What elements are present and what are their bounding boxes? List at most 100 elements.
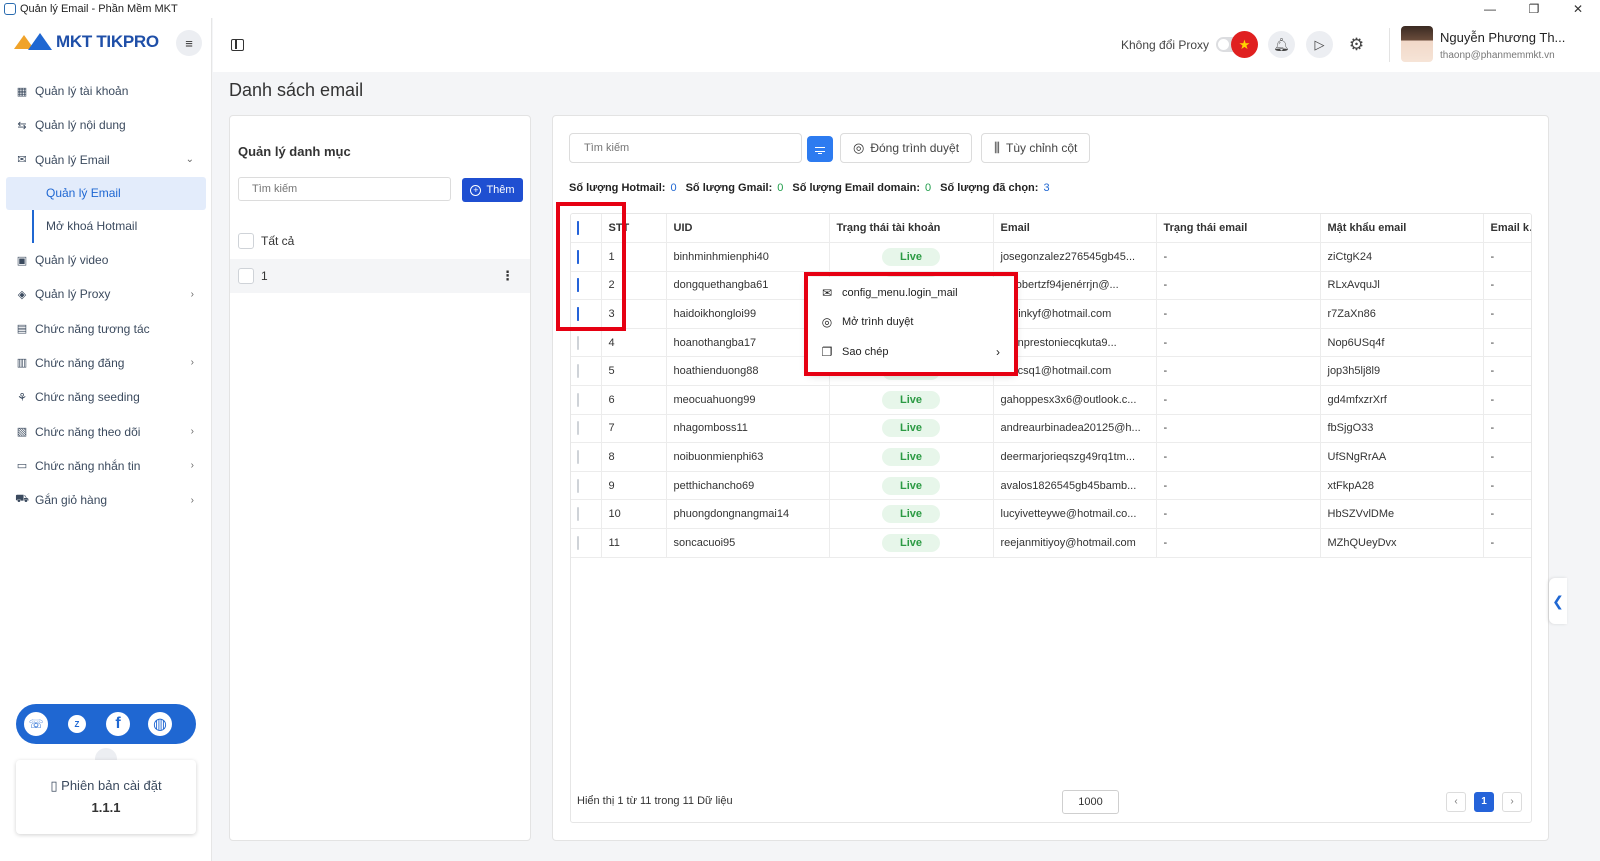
table-row[interactable]: 9 petthichancho69 Live avalos1826545gb45bam… xyxy=(571,471,1531,501)
sidebar-subitem-email-manager[interactable]: Quản lý Email xyxy=(6,176,206,210)
row-checkbox[interactable] xyxy=(577,392,579,407)
close-browser-label: Đóng trình duyệt xyxy=(870,141,960,155)
cell-stt: 10 xyxy=(601,499,667,530)
category-checkbox[interactable] xyxy=(238,268,254,284)
column-header-email-password[interactable]: Mật khẩu email xyxy=(1320,214,1484,244)
prev-page-button[interactable]: ‹ xyxy=(1446,792,1466,812)
gear-icon[interactable]: ⚙ xyxy=(1343,31,1370,58)
select-all-checkbox[interactable] xyxy=(577,221,579,236)
column-header-stt[interactable]: STT xyxy=(601,214,667,244)
row-checkbox[interactable] xyxy=(577,535,579,550)
row-checkbox[interactable] xyxy=(577,478,579,493)
cell-email: lucyivetteywe@hotmail.co... xyxy=(993,499,1157,530)
customize-columns-button[interactable]: ⫼ Tùy chỉnh cột xyxy=(981,133,1091,163)
row-checkbox[interactable] xyxy=(577,450,579,465)
column-header-email[interactable]: Email xyxy=(993,214,1157,244)
cell-account-status: Live xyxy=(829,499,994,530)
pagination-summary: Hiển thị 1 từ 11 trong 11 Dữ liệu xyxy=(577,795,733,807)
columns-icon: ⫼ xyxy=(994,140,1000,155)
play-icon[interactable]: ▷ xyxy=(1306,31,1333,58)
category-checkbox[interactable] xyxy=(238,233,254,249)
table-header-row: STT UID Trạng thái tài khoản Email Trạng… xyxy=(571,214,1531,244)
sidebar-layout-icon[interactable] xyxy=(231,39,244,51)
context-item-open-browser[interactable]: ◎ Mở trình duyệt xyxy=(820,311,1000,333)
table-row[interactable]: 7 nhagomboss11 Live andreaurbinadea20125@h.… xyxy=(571,414,1531,444)
top-header: Không đổi Proxy ★ 🔔︎ ▷ ⚙ Nguyễn Phương T… xyxy=(213,18,1600,72)
sidebar-item-post[interactable]: ▥ Chức năng đăng › xyxy=(0,346,212,380)
table-row[interactable]: 5hoathienduong88Livehinicsq1@hotmail.com… xyxy=(571,356,1531,387)
add-category-button[interactable]: + Thêm xyxy=(462,178,523,202)
bell-icon[interactable]: 🔔︎ xyxy=(1268,31,1295,58)
context-item-copy[interactable]: ❐ Sao chép › xyxy=(820,341,1000,363)
category-search-input[interactable] xyxy=(238,177,451,201)
table-row[interactable]: 6 meocuahuong99 Live gahoppesx3x6@outlook.c… xyxy=(571,385,1531,415)
support-icon[interactable]: ☏ xyxy=(22,710,50,738)
row-checkbox[interactable] xyxy=(577,278,579,293)
page-1-button[interactable]: 1 xyxy=(1474,792,1494,812)
cell-email: andreaurbinadea20125@h... xyxy=(993,414,1157,444)
brand-logo[interactable]: MKT TIKPRO xyxy=(12,32,159,52)
sidebar-item-seeding[interactable]: ⚘ Chức năng seeding xyxy=(0,380,212,414)
sidebar-item-video[interactable]: ▣ Quản lý video xyxy=(0,243,212,277)
row-checkbox[interactable] xyxy=(577,249,579,264)
column-header-email-status[interactable]: Trạng thái email xyxy=(1156,214,1321,244)
table-row[interactable]: 1 binhminhmienphi40 Live josegonzalez276545… xyxy=(571,242,1531,272)
grid-icon: ▦ xyxy=(16,85,28,98)
row-checkbox[interactable] xyxy=(577,335,579,350)
sidebar-item-content[interactable]: ⇆ Quản lý nội dung xyxy=(0,108,212,142)
hamburger-icon: ≡ xyxy=(185,35,193,51)
menu-toggle-button[interactable]: ≡ xyxy=(176,30,202,56)
sidebar-item-message[interactable]: ▭ Chức năng nhắn tin › xyxy=(0,449,212,483)
column-header-uid[interactable]: UID xyxy=(666,214,830,244)
table-row[interactable]: 10 phuongdongnangmai14 Live lucyivetteywe@h… xyxy=(571,499,1531,530)
stats-bar: Số lượng Hotmail: 0 Số lượng Gmail: 0 Số l… xyxy=(569,182,1059,194)
row-checkbox[interactable] xyxy=(577,421,579,436)
page-size-select[interactable]: 1000 xyxy=(1062,790,1119,814)
sidebar-item-cart[interactable]: ⛟ Gắn giỏ hàng › xyxy=(0,483,212,517)
gmail-count: 0 xyxy=(777,182,784,194)
close-window-button[interactable]: ✕ xyxy=(1556,0,1600,18)
row-checkbox[interactable] xyxy=(577,507,579,522)
context-item-login-mail[interactable]: ✉ config_menu.login_mail xyxy=(820,282,1000,304)
more-vertical-icon[interactable]: ⋮ xyxy=(501,268,514,284)
minimize-button[interactable]: — xyxy=(1468,0,1512,18)
sidebar-item-email[interactable]: ✉ Quản lý Email ⌄ xyxy=(0,143,212,177)
language-flag-icon[interactable]: ★ xyxy=(1231,31,1258,58)
sidebar-subitem-unlock-hotmail[interactable]: Mở khoá Hotmail xyxy=(6,209,206,243)
sidebar-subitem-label: Mở khoá Hotmail xyxy=(46,219,138,234)
restore-button[interactable]: ❐ xyxy=(1512,0,1556,18)
column-header-recovery-email[interactable]: Email khôi phục xyxy=(1483,214,1531,244)
table-row[interactable]: 8 noibuonmienphi63 Live deermarjorieqszg49r… xyxy=(571,442,1531,472)
hotmail-count: 0 xyxy=(670,182,677,194)
globe-icon[interactable]: ◍ xyxy=(148,712,172,736)
user-email: thaonp@phanmemmkt.vn xyxy=(1440,50,1555,61)
filter-button[interactable] xyxy=(807,136,833,162)
side-panel-handle[interactable]: ❮ xyxy=(1549,578,1567,624)
avatar[interactable] xyxy=(1401,26,1433,62)
status-badge: Live xyxy=(882,476,940,495)
app-icon xyxy=(4,3,16,15)
sidebar-item-interaction[interactable]: ▤ Chức năng tương tác xyxy=(0,311,212,345)
zalo-icon[interactable]: Z xyxy=(68,715,86,733)
next-page-button[interactable]: › xyxy=(1502,792,1522,812)
cell-email: gahoppesx3x6@outlook.c... xyxy=(993,385,1157,415)
row-checkbox[interactable] xyxy=(577,364,579,379)
category-row-all[interactable]: Tất cả xyxy=(230,224,530,258)
email-search-input[interactable] xyxy=(569,133,802,163)
facebook-icon[interactable]: f xyxy=(106,712,130,736)
cell-stt: 7 xyxy=(601,414,667,444)
sidebar-item-proxy[interactable]: ◈ Quản lý Proxy › xyxy=(0,277,212,311)
user-name[interactable]: Nguyễn Phương Th... xyxy=(1440,30,1565,45)
category-row[interactable]: 1 ⋮ xyxy=(230,259,530,293)
table-row[interactable]: 4hoanothangba17Liveksonprestoniecqkuta9.… xyxy=(571,328,1531,358)
table-row[interactable]: 2dongquethangba61Livechrobertzf94jenérrj… xyxy=(571,271,1531,301)
chevron-right-icon: › xyxy=(190,460,194,472)
table-row[interactable]: 11 soncacuoi95 Live reejanmitiyoy@hotmail.c… xyxy=(571,528,1531,558)
version-number: 1.1.1 xyxy=(91,800,121,815)
table-row[interactable]: 3haidoikhongloi99Liveopsinkyf@hotmail.co… xyxy=(571,299,1531,329)
close-browser-button[interactable]: ◎ Đóng trình duyệt xyxy=(840,133,973,163)
sidebar-item-follow[interactable]: ▧ Chức năng theo dõi › xyxy=(0,414,212,448)
row-checkbox[interactable] xyxy=(577,307,579,322)
sidebar-item-accounts[interactable]: ▦ Quản lý tài khoản xyxy=(0,74,212,108)
column-header-account-status[interactable]: Trạng thái tài khoản xyxy=(829,214,994,244)
